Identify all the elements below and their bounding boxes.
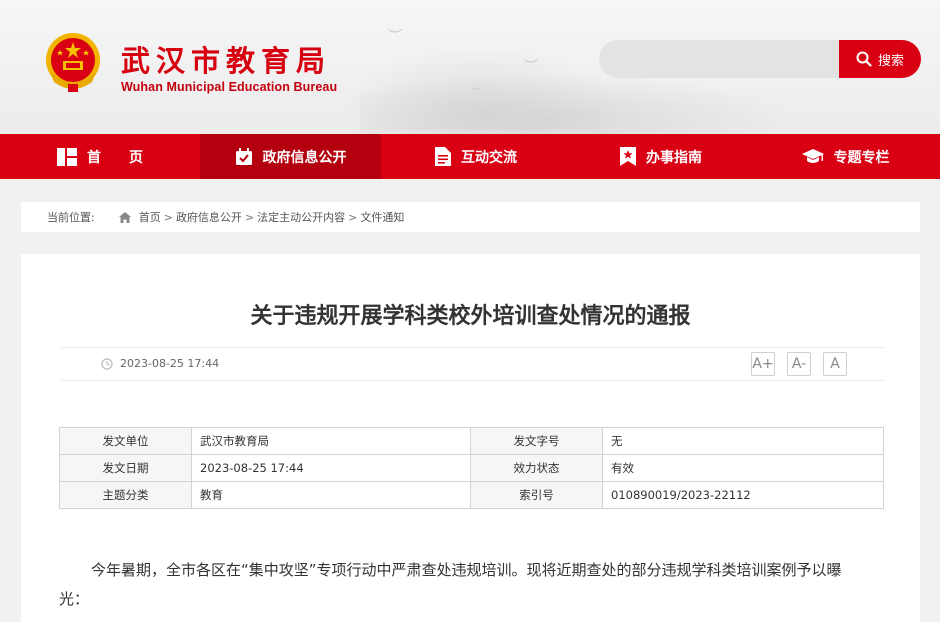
info-value: 武汉市教育局 (191, 427, 471, 455)
table-row: 主题分类 教育 索引号 010890019/2023-22112 (59, 481, 884, 509)
search-icon (856, 51, 872, 67)
site-title[interactable]: 武汉市教育局 (121, 38, 331, 80)
info-key: 索引号 (470, 481, 603, 509)
info-value: 无 (602, 427, 884, 455)
nav-item-label: 办事指南 (646, 149, 702, 166)
site-subtitle: Wuhan Municipal Education Bureau (121, 80, 338, 94)
search-button[interactable]: 搜索 (839, 40, 921, 78)
graduation-cap-icon (801, 148, 824, 163)
info-value: 教育 (191, 481, 471, 509)
nav-item-label: 专题专栏 (833, 149, 890, 166)
table-row: 发文单位 武汉市教育局 发文字号 无 (59, 427, 884, 455)
info-value: 2023-08-25 17:44 (191, 454, 471, 482)
nav-item-interaction[interactable]: 互动交流 (381, 134, 571, 179)
bird-decoration: ︶ (524, 59, 538, 75)
breadcrumb-link-statutory[interactable]: 法定主动公开内容 (257, 209, 345, 225)
nav-item-label: 互动交流 (461, 149, 517, 166)
font-reset-label: A (830, 356, 840, 372)
table-row: 发文日期 2023-08-25 17:44 效力状态 有效 (59, 454, 884, 482)
nav-item-guide[interactable]: 办事指南 (571, 134, 751, 179)
info-key: 发文日期 (59, 454, 192, 482)
national-emblem-icon (46, 33, 100, 92)
search-button-label: 搜索 (877, 53, 904, 69)
clock-icon (101, 357, 113, 370)
document-icon (435, 147, 451, 166)
info-key: 发文单位 (59, 427, 192, 455)
article-title: 关于违规开展学科类校外培训查处情况的通报 (250, 304, 691, 329)
publish-date-text: 2023-08-25 17:44 (120, 357, 220, 370)
home-grid-icon (57, 147, 77, 166)
nav-item-special[interactable]: 专题专栏 (751, 134, 940, 179)
font-decrease-label: A- (791, 356, 807, 372)
article-panel: 关于违规开展学科类校外培训查处情况的通报 2023-08-25 17:44 A+… (21, 254, 920, 622)
breadcrumb-link-gov-info[interactable]: 政府信息公开 (176, 209, 242, 225)
main-nav: 首 页 政府信息公开 互动交流 办事指南 专题专栏 (0, 134, 940, 179)
publish-date: 2023-08-25 17:44 (101, 357, 219, 370)
bookmark-star-icon (620, 147, 636, 166)
breadcrumb: 当前位置: 首页 > 政府信息公开 > 法定主动公开内容 > 文件通知 (21, 202, 920, 232)
font-increase-label: A+ (752, 356, 774, 372)
font-increase-button[interactable]: A+ (751, 352, 775, 376)
font-decrease-button[interactable]: A- (787, 352, 811, 376)
font-reset-button[interactable]: A (823, 352, 847, 376)
info-value: 有效 (602, 454, 884, 482)
bird-decoration: ︶ (388, 29, 402, 45)
breadcrumb-link-notices[interactable]: 文件通知 (360, 209, 404, 225)
search-input[interactable] (599, 40, 840, 78)
info-key: 主题分类 (59, 481, 192, 509)
nav-item-label: 政府信息公开 (262, 149, 347, 166)
nav-item-home[interactable]: 首 页 (0, 134, 200, 179)
document-info-table: 发文单位 武汉市教育局 发文字号 无 发文日期 2023-08-25 17:44… (59, 427, 884, 509)
breadcrumb-label: 当前位置: (47, 211, 95, 224)
breadcrumb-separator: > (348, 210, 358, 224)
article-meta-bar: 2023-08-25 17:44 A+ A- A (61, 347, 884, 381)
info-key: 效力状态 (470, 454, 603, 482)
site-header: ︶ ︶ ︶ 武汉市教育局 Wuhan Municipal Education B… (0, 0, 940, 134)
breadcrumb-separator: > (244, 210, 255, 224)
calendar-check-icon (235, 147, 252, 165)
home-icon (118, 211, 131, 223)
info-key: 发文字号 (470, 427, 603, 455)
bird-decoration: ︶ (470, 86, 481, 99)
breadcrumb-link-home[interactable]: 首页 (139, 209, 161, 225)
breadcrumb-separator: > (163, 210, 173, 224)
info-value: 010890019/2023-22112 (602, 481, 884, 509)
nav-item-gov-info[interactable]: 政府信息公开 (200, 134, 381, 179)
article-body-paragraph: 今年暑期，全市各区在“集中攻坚”专项行动中严肃查处违规培训。现将近期查处的部分违… (59, 561, 842, 608)
nav-item-label: 首 页 (87, 149, 143, 166)
